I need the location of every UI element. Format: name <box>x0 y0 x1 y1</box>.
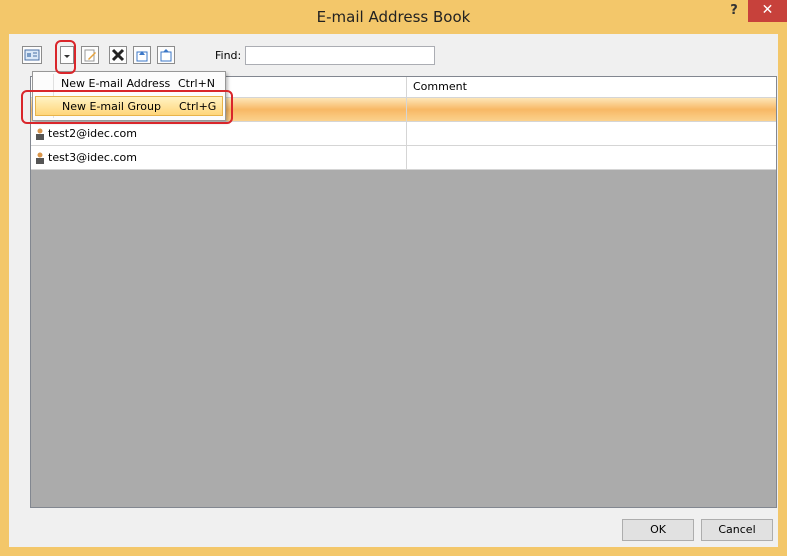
address-cell: test3@idec.com <box>31 146 407 169</box>
window-title: E-mail Address Book <box>316 8 471 26</box>
menu-highlight-callout <box>21 90 233 124</box>
address-cell: test2@idec.com <box>31 122 407 145</box>
find-label: Find: <box>215 49 242 62</box>
address-card-icon <box>24 49 40 61</box>
comment-cell <box>407 122 776 145</box>
move-down-button[interactable] <box>157 46 175 64</box>
cancel-button[interactable]: Cancel <box>701 519 773 541</box>
address-book-view-button[interactable] <box>22 46 42 64</box>
import-icon <box>136 51 148 62</box>
user-icon <box>36 152 44 164</box>
delete-button[interactable] <box>109 46 127 64</box>
table-row[interactable]: test3@idec.com <box>31 146 776 170</box>
column-header-comment[interactable]: Comment <box>407 77 776 97</box>
comment-cell <box>407 146 776 169</box>
edit-icon <box>84 49 96 62</box>
title-bar: E-mail Address Book ? ✕ <box>0 0 787 34</box>
find-input[interactable] <box>245 46 435 65</box>
help-button[interactable]: ? <box>722 0 746 24</box>
export-icon <box>160 49 172 62</box>
address-book-window: E-mail Address Book ? ✕ Find: Comment te… <box>0 0 787 556</box>
table-row[interactable]: test2@idec.com <box>31 122 776 146</box>
edit-button[interactable] <box>81 46 99 64</box>
comment-cell <box>407 98 776 121</box>
move-up-button[interactable] <box>133 46 151 64</box>
dropdown-highlight-callout <box>55 40 76 74</box>
ok-button[interactable]: OK <box>622 519 694 541</box>
close-button[interactable]: ✕ <box>748 0 787 22</box>
address-grid: Comment test2@idec.com test3@idec.com <box>30 76 777 508</box>
user-icon <box>36 128 44 140</box>
delete-icon <box>111 48 125 62</box>
